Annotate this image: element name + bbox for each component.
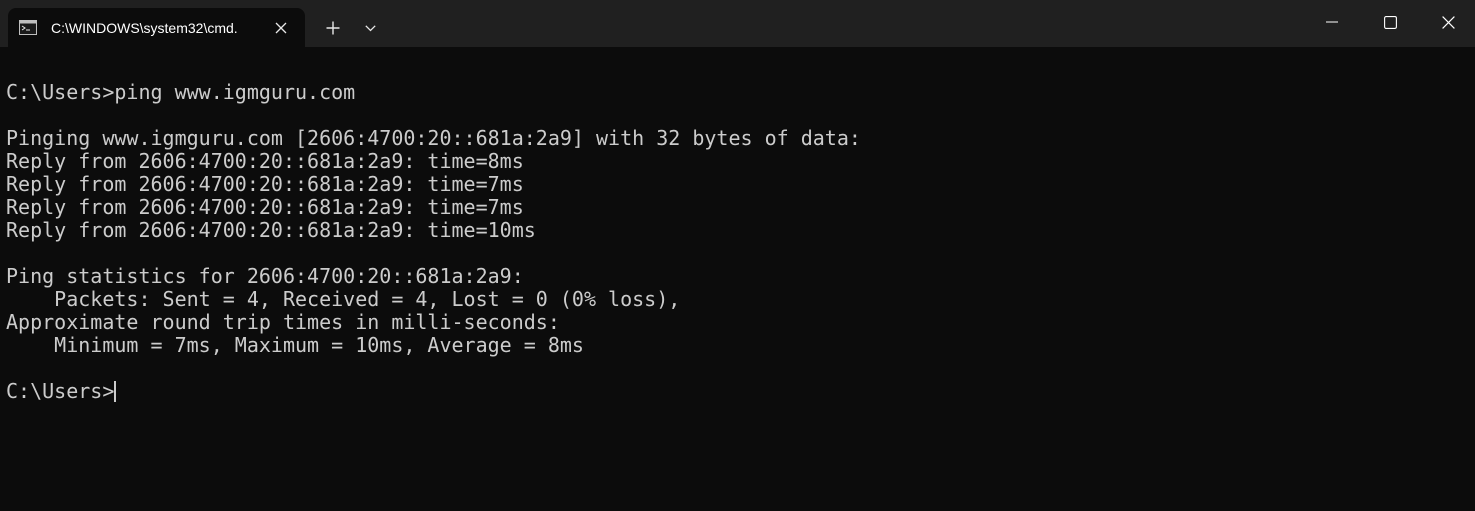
terminal-line: Reply from 2606:4700:20::681a:2a9: time=…: [6, 149, 524, 173]
terminal-line: C:\Users>ping www.igmguru.com: [6, 80, 356, 104]
new-tab-plus-icon[interactable]: [318, 13, 348, 43]
tab-cmd[interactable]: C:\WINDOWS\system32\cmd.: [8, 8, 305, 47]
maximize-icon[interactable]: [1361, 0, 1419, 44]
tab-title: C:\WINDOWS\system32\cmd.: [51, 20, 238, 36]
title-bar[interactable]: C:\WINDOWS\system32\cmd.: [0, 0, 1475, 47]
terminal-app-icon: [19, 20, 37, 35]
terminal-lines: C:\Users>ping www.igmguru.com Pinging ww…: [6, 81, 861, 403]
close-tab-icon[interactable]: [270, 17, 292, 39]
terminal-line: Approximate round trip times in milli-se…: [6, 310, 560, 334]
terminal-line: Packets: Sent = 4, Received = 4, Lost = …: [6, 287, 681, 311]
terminal-window: C:\WINDOWS\system32\cmd. C:\Users>ping w…: [0, 0, 1475, 511]
terminal-line: Ping statistics for 2606:4700:20::681a:2…: [6, 264, 524, 288]
terminal-line: Reply from 2606:4700:20::681a:2a9: time=…: [6, 172, 524, 196]
command-prompt-line[interactable]: C:\Users>: [6, 380, 861, 403]
text-cursor: [114, 381, 117, 402]
terminal-line: Reply from 2606:4700:20::681a:2a9: time=…: [6, 218, 536, 242]
minimize-icon[interactable]: [1303, 0, 1361, 44]
terminal-line: Reply from 2606:4700:20::681a:2a9: time=…: [6, 195, 524, 219]
terminal-output-area[interactable]: C:\Users>ping www.igmguru.com Pinging ww…: [0, 47, 1475, 511]
close-window-icon[interactable]: [1419, 0, 1475, 44]
terminal-line: Minimum = 7ms, Maximum = 10ms, Average =…: [6, 333, 584, 357]
command-prompt: C:\Users>: [6, 379, 115, 403]
terminal-line: Pinging www.igmguru.com [2606:4700:20::6…: [6, 126, 861, 150]
chevron-down-icon[interactable]: [357, 13, 383, 43]
